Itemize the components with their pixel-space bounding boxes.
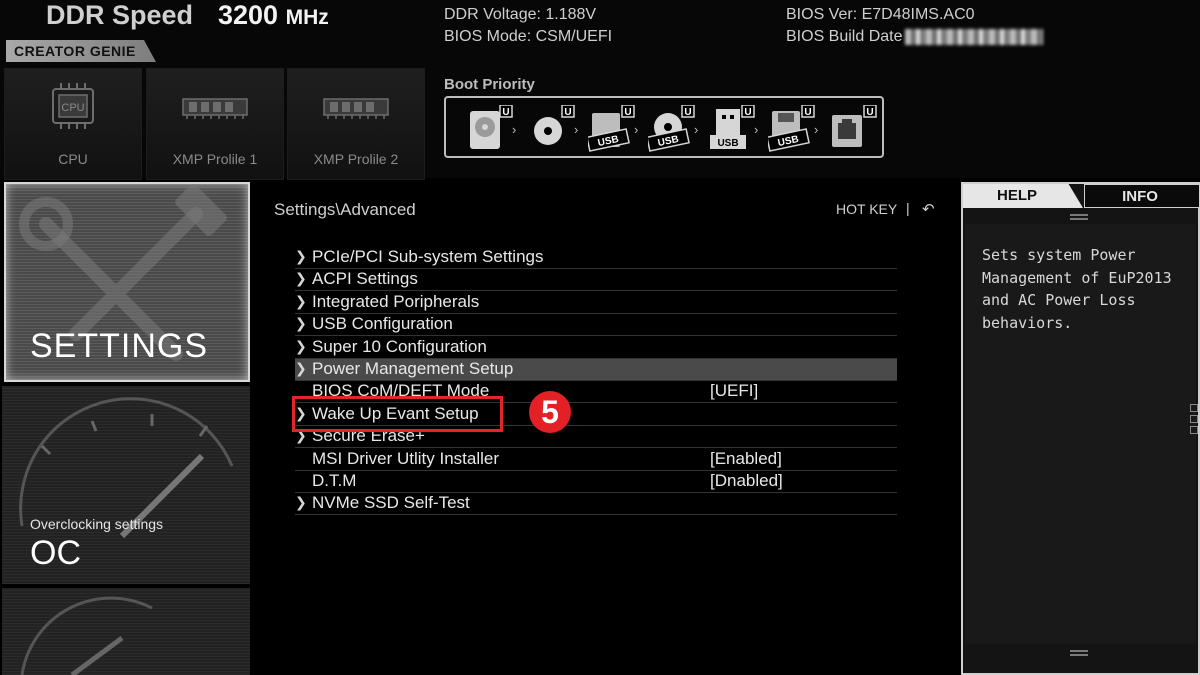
network-card-icon[interactable]: U <box>830 104 878 153</box>
hard-disk-icon[interactable]: U <box>466 104 514 153</box>
menu-item[interactable]: ❯ Super 10 Configuration <box>295 337 897 359</box>
menu-item-label: PCIe/PCI Sub-system Settings <box>312 247 544 266</box>
boot-badge: U <box>804 107 811 118</box>
menu-item[interactable]: ❯ USB Configuration <box>295 314 897 337</box>
usb-key-icon[interactable]: USB U <box>708 104 756 153</box>
creator-genie-header: CREATOR GENIE <box>6 40 156 62</box>
ddr-speed-value: 3200 MHz <box>218 0 329 31</box>
genie-tile-cpu[interactable]: CPU CPU <box>4 68 142 180</box>
ddr-voltage: DDR Voltage: 1.188V <box>444 6 597 23</box>
bios-build-date: BIOS Build Date <box>786 28 1043 46</box>
chevron-right-icon: › <box>814 122 819 137</box>
ddr-speed-unit: MHz <box>285 6 329 29</box>
tab-info[interactable]: INFO <box>1084 184 1200 208</box>
nav-oc[interactable]: Overclocking settings OC <box>2 386 250 584</box>
genie-tile-label: XMP Prolile 1 <box>172 151 258 167</box>
ddr-speed-number: 3200 <box>218 0 279 30</box>
menu-item[interactable]: ❯ NVMe SSD Self-Test <box>295 493 897 516</box>
scroll-down-indicator-line <box>1070 654 1088 656</box>
annotation-step-badge: 5 <box>529 391 571 433</box>
chevron-right-icon: › <box>634 122 639 137</box>
chevron-right-icon: ❯ <box>295 248 307 264</box>
boot-priority-bar: U › U › USB U › USB U › USB U › USB U › … <box>444 96 884 158</box>
menu-item[interactable]: ❯ PCIe/PCI Sub-system Settings <box>295 247 897 269</box>
chevron-right-icon: › <box>754 122 759 137</box>
bios-version: BIOS Ver: E7D48IMS.AC0 <box>786 6 975 23</box>
menu-item[interactable]: MSI Driver Utlity Installer [Enabled] <box>295 449 897 471</box>
menu-item-label: Power Management Setup <box>312 359 514 378</box>
bios-mode: BIOS Mode: CSM/UEFI <box>444 28 613 45</box>
handle-square <box>1190 426 1198 434</box>
menu-item-label: Integrated Poripherals <box>312 291 480 311</box>
usb-disc-icon[interactable]: USB U <box>646 104 696 153</box>
menu-item-label: MSI Driver Utlity Installer <box>312 448 500 468</box>
boot-badge: U <box>564 107 571 118</box>
breadcrumb: Settings\Advanced <box>274 200 416 219</box>
boot-badge: U <box>744 107 751 118</box>
chevron-right-icon: ❯ <box>295 494 307 511</box>
chevron-right-icon: › <box>512 122 517 137</box>
menu-item-label: D.T.M <box>312 471 357 490</box>
nav-m-flash[interactable] <box>2 588 250 675</box>
menu-item[interactable]: D.T.M [Dnabled] <box>295 471 897 493</box>
hotkey-separator: | <box>906 200 910 216</box>
chevron-right-icon: › <box>574 122 579 137</box>
menu-item-value[interactable]: [UEFI] <box>710 381 758 401</box>
nav-oc-label: OC <box>30 534 81 572</box>
menu-item-label: NVMe SSD Self-Test <box>312 493 470 513</box>
ddr-speed-label: DDR Speed <box>46 0 194 30</box>
menu-item-label: ACPI Settings <box>312 269 418 289</box>
bios-build-date-label: BIOS Build Date <box>786 28 903 45</box>
menu-item[interactable]: ❯ Integrated Poripherals <box>295 292 897 314</box>
chevron-right-icon: ❯ <box>295 270 307 287</box>
memory-icon <box>323 98 389 119</box>
boot-badge: U <box>684 107 691 118</box>
tab-help-label: HELP <box>996 187 1037 204</box>
optical-disc-icon[interactable]: U <box>528 104 576 153</box>
nav-oc-description: Overclocking settings <box>30 516 164 532</box>
menu-item-label: USB Configuration <box>312 314 453 334</box>
svg-text:CPU: CPU <box>61 102 84 114</box>
genie-tile-label: CPU <box>58 151 88 167</box>
annotation-highlight-box <box>292 396 503 432</box>
creator-genie-label: CREATOR GENIE <box>14 43 136 59</box>
usb-text: USB <box>717 138 738 149</box>
nav-settings-label: SETTINGS <box>30 327 209 365</box>
menu-item-value[interactable]: [Dnabled] <box>710 471 783 491</box>
scroll-up-indicator-line <box>1070 218 1088 220</box>
menu-item-value[interactable]: [Enabled] <box>710 449 782 469</box>
chevron-right-icon: ❯ <box>295 315 307 332</box>
menu-item[interactable]: ❯ Power Management Setup <box>295 359 897 381</box>
menu-item-label: Super 10 Configuration <box>312 336 487 356</box>
back-icon[interactable]: ↶ <box>922 200 935 218</box>
chevron-right-icon: ❯ <box>295 360 307 376</box>
help-text: Sets system Power Management of EuP2013 … <box>982 246 1172 332</box>
genie-tile-label: XMP Prolile 2 <box>313 151 399 167</box>
tab-info-label: INFO <box>1122 188 1158 205</box>
usb-floppy-icon[interactable]: USB U <box>766 104 816 153</box>
tab-help[interactable]: HELP <box>963 184 1083 208</box>
scroll-down-indicator[interactable] <box>1070 650 1088 652</box>
genie-tile-xmp-profile-1[interactable]: XMP Prolile 1 <box>146 68 284 180</box>
handle-square <box>1190 415 1198 423</box>
nav-settings[interactable]: SETTINGS <box>4 182 250 382</box>
blurred-date-value <box>904 28 1043 45</box>
flash-icon <box>20 596 153 675</box>
cpu-icon: CPU <box>52 83 94 129</box>
genie-tile-xmp-profile-2[interactable]: XMP Prolile 2 <box>287 68 425 180</box>
boot-badge: U <box>866 107 873 118</box>
chevron-right-icon: ❯ <box>295 292 307 309</box>
hotkey-button[interactable]: HOT KEY <box>836 201 897 217</box>
chevron-right-icon: ❯ <box>295 337 307 354</box>
handle-square <box>1190 404 1198 412</box>
menu-item[interactable]: ❯ ACPI Settings <box>295 269 897 292</box>
memory-icon <box>182 98 248 119</box>
scroll-up-indicator[interactable] <box>1070 214 1088 216</box>
boot-badge: U <box>624 107 631 118</box>
boot-badge: U <box>502 107 509 118</box>
usb-drive-icon[interactable]: USB U <box>586 104 636 153</box>
chevron-right-icon: › <box>694 122 699 137</box>
panel-resize-handles[interactable] <box>1190 404 1199 444</box>
boot-priority-label: Boot Priority <box>444 76 535 93</box>
